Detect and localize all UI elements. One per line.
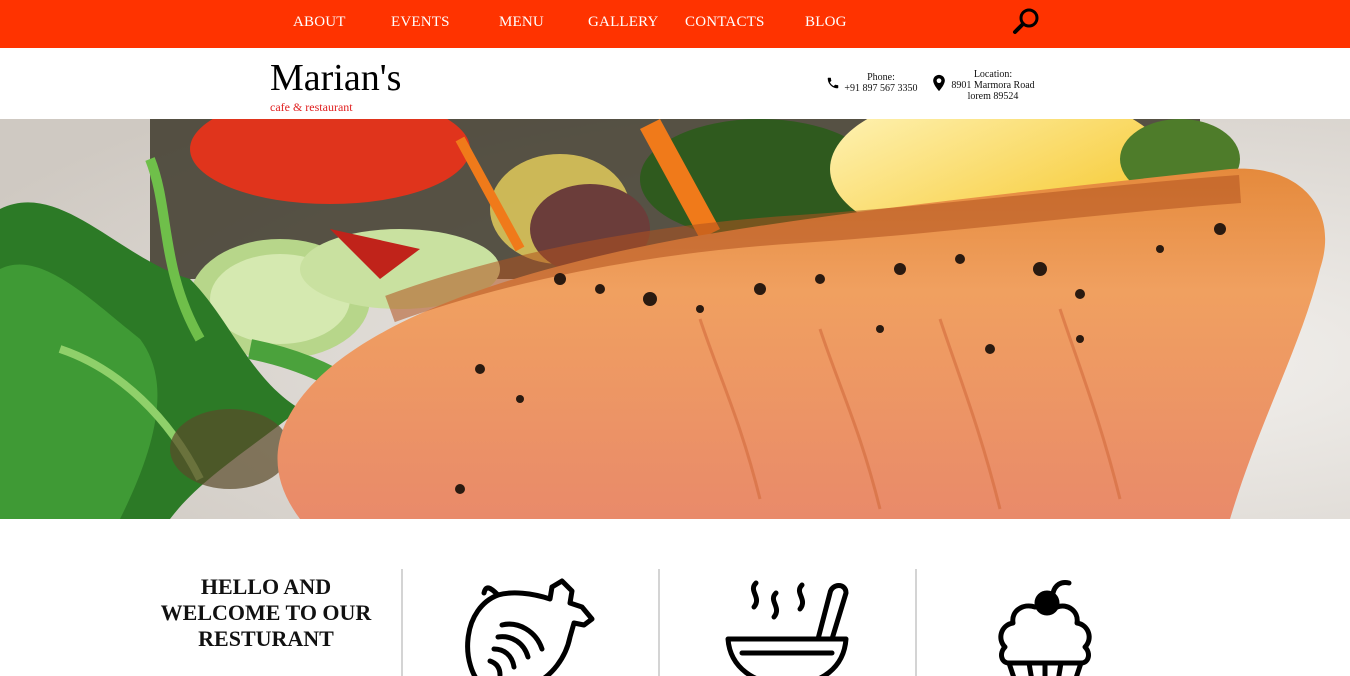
phone-label: Phone: (867, 72, 895, 83)
column-divider (401, 569, 403, 676)
nav-gallery-link[interactable]: GALLERY (588, 14, 659, 31)
column-divider (915, 569, 917, 676)
welcome-heading-line2: WELCOME TO OUR (160, 600, 372, 625)
brand-logo-text[interactable]: Marian's (270, 58, 401, 98)
nav-contacts-link[interactable]: CONTACTS (685, 14, 765, 31)
chicken-icon[interactable] (462, 577, 602, 676)
top-navigation-bar: ABOUT EVENTS MENU GALLERY CONTACTS BLOG (0, 0, 1350, 48)
phone-info: Phone: +91 897 567 3350 (842, 72, 920, 94)
location-info: Location: 8901 Marmora Road lorem 89524 (948, 69, 1038, 102)
welcome-heading: HELLO AND WELCOME TO OUR RESTURANT (146, 574, 386, 652)
nav-events-link[interactable]: EVENTS (391, 14, 450, 31)
phone-number[interactable]: +91 897 567 3350 (842, 83, 920, 94)
location-address-line2: lorem 89524 (967, 91, 1019, 102)
soup-bowl-icon[interactable] (722, 577, 852, 676)
hero-food-image (0, 119, 1350, 519)
search-icon (1013, 8, 1039, 34)
search-button[interactable] (1010, 6, 1042, 38)
column-divider (658, 569, 660, 676)
location-address-line1: 8901 Marmora Road (951, 80, 1035, 91)
location-label: Location: (973, 69, 1013, 80)
site-header: Marian's cafe & restaurant Phone: +91 89… (0, 48, 1350, 119)
nav-menu-link[interactable]: MENU (499, 14, 544, 31)
location-pin-icon (933, 74, 945, 92)
features-section: HELLO AND WELCOME TO OUR RESTURANT (0, 519, 1350, 676)
nav-about-link[interactable]: ABOUT (293, 14, 346, 31)
cupcake-icon[interactable] (995, 577, 1095, 676)
phone-icon (827, 77, 839, 89)
brand-tagline: cafe & restaurant (270, 100, 353, 114)
welcome-heading-line3: RESTURANT (198, 626, 334, 651)
grilled-salmon-illustration (0, 119, 1350, 519)
welcome-heading-line1: HELLO AND (200, 574, 332, 599)
nav-blog-link[interactable]: BLOG (805, 14, 847, 31)
